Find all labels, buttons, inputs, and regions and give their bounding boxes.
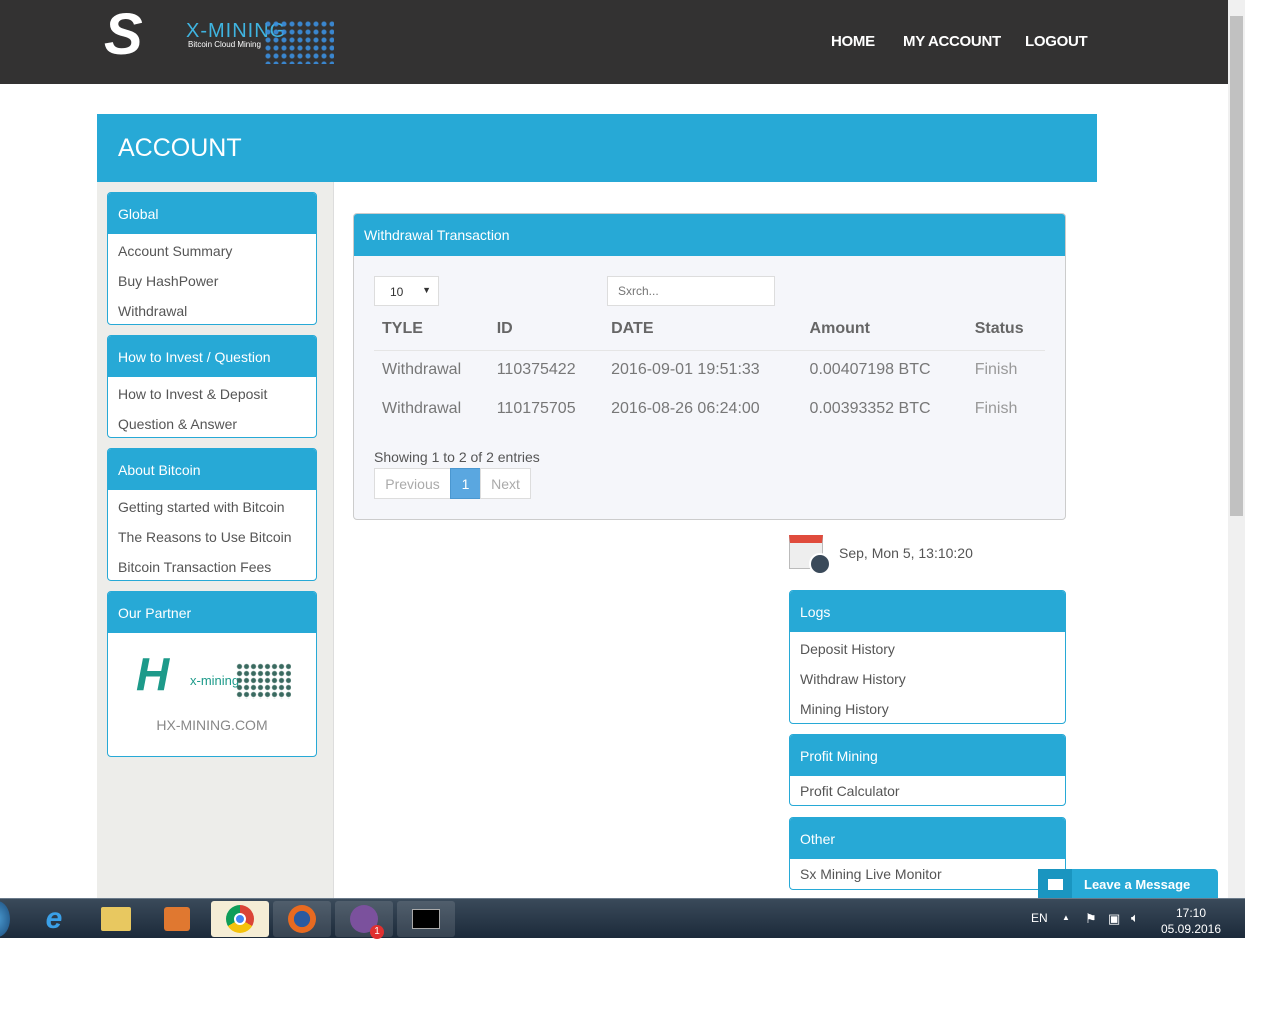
sidebar-item-getting-started[interactable]: Getting started with Bitcoin [108, 492, 316, 522]
site-logo[interactable]: S X-MINING Bitcoin Cloud Mining [104, 6, 339, 68]
current-datetime: Sep, Mon 5, 13:10:20 [839, 545, 973, 561]
deposit-history-link[interactable]: Deposit History [790, 634, 1065, 664]
sidebar-partner: Our Partner H x-mining HX-MINING.COM [107, 591, 317, 757]
leave-message-button[interactable]: Leave a Message [1038, 869, 1218, 899]
mail-icon [1038, 869, 1072, 899]
withdrawal-transaction-panel: Withdrawal Transaction 10▼ TYLE ID DATE … [353, 213, 1066, 520]
network-icon[interactable]: ▣ [1108, 911, 1120, 927]
page-1-button[interactable]: 1 [450, 468, 481, 499]
logs-panel: Logs Deposit History Withdraw History Mi… [789, 590, 1066, 724]
partner-logo[interactable]: H x-mining [108, 633, 316, 713]
table-row: Withdrawal 110175705 2016-08-26 06:24:00 0.… [382, 399, 1018, 417]
next-button[interactable]: Next [480, 468, 531, 499]
tray-up-arrow-icon[interactable]: ▲ [1062, 913, 1070, 922]
profit-mining-panel: Profit Mining Profit Calculator [789, 734, 1066, 806]
explorer-icon[interactable] [87, 901, 145, 937]
language-indicator[interactable]: EN [1031, 911, 1048, 925]
calendar-clock-icon [789, 531, 831, 575]
caret-down-icon: ▼ [422, 285, 431, 295]
action-center-flag-icon[interactable]: ⚑ [1085, 911, 1097, 927]
nav-logout[interactable]: LOGOUT [1025, 33, 1088, 50]
sidebar-item-invest-deposit[interactable]: How to Invest & Deposit [108, 379, 316, 409]
system-clock[interactable]: 17:10 05.09.2016 [1158, 905, 1224, 937]
start-button[interactable] [0, 901, 10, 937]
sidebar-item-withdrawal[interactable]: Withdrawal [108, 296, 316, 324]
mining-history-link[interactable]: Mining History [790, 694, 1065, 723]
withdrawal-table: TYLE ID DATE Amount Status Withdrawal 110… [374, 308, 1045, 428]
chrome-icon[interactable] [211, 901, 269, 937]
taskbar: e 1 EN ▲ ⚑ ▣ 🔈︎ 17:10 05.09.2016 [0, 898, 1245, 939]
media-player-icon[interactable] [148, 901, 206, 937]
page-size-select[interactable]: 10 ▼ [374, 276, 439, 306]
page-title: ACCOUNT [97, 114, 1097, 182]
nav-my-account[interactable]: MY ACCOUNT [903, 33, 1001, 50]
scrollbar[interactable] [1228, 0, 1245, 898]
ie-icon[interactable]: e [25, 901, 83, 937]
nav-home[interactable]: HOME [831, 33, 875, 50]
other-panel: Other Sx Mining Live Monitor [789, 817, 1066, 890]
profit-calculator-link[interactable]: Profit Calculator [790, 776, 1065, 805]
viber-icon[interactable]: 1 [335, 901, 393, 939]
volume-icon[interactable]: 🔈︎ [1131, 910, 1139, 926]
sidebar-global: Global Account Summary Buy HashPower Wit… [107, 192, 317, 325]
search-input[interactable] [607, 276, 775, 306]
live-monitor-link[interactable]: Sx Mining Live Monitor [790, 859, 1065, 889]
withdraw-history-link[interactable]: Withdraw History [790, 664, 1065, 694]
previous-button[interactable]: Previous [374, 468, 451, 499]
sidebar-about-bitcoin: About Bitcoin Getting started with Bitco… [107, 448, 317, 581]
table-info: Showing 1 to 2 of 2 entries [374, 449, 540, 465]
site-header: S X-MINING Bitcoin Cloud Mining HOME MY … [0, 0, 1228, 84]
sidebar-item-account-summary[interactable]: Account Summary [108, 236, 316, 266]
cmd-icon[interactable] [397, 901, 455, 937]
sidebar-item-buy-hashpower[interactable]: Buy HashPower [108, 266, 316, 296]
sidebar-item-qa[interactable]: Question & Answer [108, 409, 316, 437]
sidebar-item-fees[interactable]: Bitcoin Transaction Fees [108, 552, 316, 580]
sidebar-item-reasons[interactable]: The Reasons to Use Bitcoin [108, 522, 316, 552]
table-row: Withdrawal 110375422 2016-09-01 19:51:33 0.… [374, 349, 1045, 389]
partner-url[interactable]: HX-MINING.COM [108, 717, 316, 733]
firefox-icon[interactable] [273, 901, 331, 937]
sidebar-invest: How to Invest / Question How to Invest &… [107, 335, 317, 438]
